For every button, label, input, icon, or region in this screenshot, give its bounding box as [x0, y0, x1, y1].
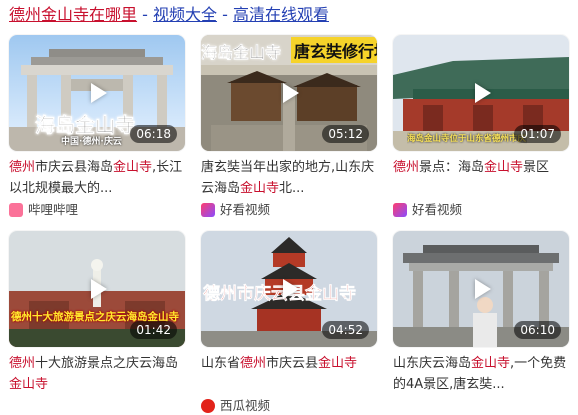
- xigua-icon: [201, 399, 215, 413]
- video-duration: 05:12: [322, 125, 369, 143]
- play-icon[interactable]: [91, 83, 107, 103]
- play-icon[interactable]: [475, 83, 491, 103]
- play-icon[interactable]: [283, 83, 299, 103]
- video-thumbnail[interactable]: 德州十大旅游景点之庆云海岛金山寺 01:42: [9, 231, 185, 347]
- play-icon[interactable]: [283, 279, 299, 299]
- bilibili-icon: [9, 203, 23, 217]
- video-thumbnail[interactable]: 海岛金山寺 唐玄奘修行地 05:12: [201, 35, 377, 151]
- source-name: 好看视频: [220, 202, 271, 217]
- video-title[interactable]: 唐玄奘当年出家的地方,山东庆云海岛金山寺北...: [201, 157, 377, 199]
- video-source[interactable]: 哔哩哔哩: [9, 201, 185, 219]
- play-icon[interactable]: [475, 279, 491, 299]
- video-card[interactable]: 德州市庆云县金山寺 04:52 山东省德州市庆云县金山寺 西瓜视频: [201, 231, 377, 415]
- video-title[interactable]: 山东省德州市庆云县金山寺: [201, 353, 377, 395]
- video-title[interactable]: 德州十大旅游景点之庆云海岛金山寺: [9, 353, 185, 395]
- video-duration: 06:10: [514, 321, 561, 339]
- haokan-icon: [393, 203, 407, 217]
- video-thumbnail[interactable]: 06:10: [393, 231, 569, 347]
- title-link[interactable]: 德州金山寺在哪里: [9, 5, 137, 24]
- video-source[interactable]: 好看视频: [393, 201, 569, 219]
- video-title[interactable]: 德州景点：海岛金山寺景区: [393, 157, 569, 199]
- source-name: 哔哩哔哩: [28, 202, 79, 217]
- video-thumbnail[interactable]: 海岛金山寺 中国·德州·庆云 06:18: [9, 35, 185, 151]
- play-icon[interactable]: [91, 279, 107, 299]
- video-card[interactable]: 德州十大旅游景点之庆云海岛金山寺 01:42 德州十大旅游景点之庆云海岛金山寺: [9, 231, 185, 395]
- thumbnail-caption: 德州市庆云县金山寺: [203, 284, 357, 305]
- thumbnail-caption: 海岛金山寺位于山东省德州市庆云...: [407, 134, 527, 144]
- video-card[interactable]: 06:10 山东庆云海岛金山寺,一个免费的4A景区,唐玄奘...: [393, 231, 569, 395]
- thumbnail-caption-highlight: 唐玄奘修行地: [291, 37, 377, 63]
- video-duration: 04:52: [322, 321, 369, 339]
- video-duration: 06:18: [130, 125, 177, 143]
- video-title[interactable]: 德州市庆云县海岛金山寺,长江以北规模最大的...: [9, 157, 185, 199]
- title-link-hd[interactable]: 高清在线观看: [233, 5, 329, 24]
- video-card[interactable]: 海岛金山寺 唐玄奘修行地 05:12 唐玄奘当年出家的地方,山东庆云海岛金山寺北…: [201, 35, 377, 219]
- video-source[interactable]: 好看视频: [201, 201, 377, 219]
- title-link-videos[interactable]: 视频大全: [153, 5, 217, 24]
- video-card[interactable]: 海岛金山寺位于山东省德州市庆云... 01:07 德州景点：海岛金山寺景区 好看…: [393, 35, 569, 219]
- video-card[interactable]: 海岛金山寺 中国·德州·庆云 06:18 德州市庆云县海岛金山寺,长江以北规模最…: [9, 35, 185, 219]
- video-thumbnail[interactable]: 德州市庆云县金山寺 04:52: [201, 231, 377, 347]
- thumbnail-subcaption: 中国·德州·庆云: [61, 137, 122, 147]
- video-thumbnail[interactable]: 海岛金山寺位于山东省德州市庆云... 01:07: [393, 35, 569, 151]
- video-title[interactable]: 山东庆云海岛金山寺,一个免费的4A景区,唐玄奘...: [393, 353, 569, 395]
- thumbnail-caption: 海岛金山寺: [201, 43, 282, 62]
- video-duration: 01:07: [514, 125, 561, 143]
- search-result-title[interactable]: 德州金山寺在哪里 - 视频大全 - 高清在线观看: [9, 4, 329, 26]
- source-name: 好看视频: [412, 202, 463, 217]
- haokan-icon: [201, 203, 215, 217]
- video-duration: 01:42: [130, 321, 177, 339]
